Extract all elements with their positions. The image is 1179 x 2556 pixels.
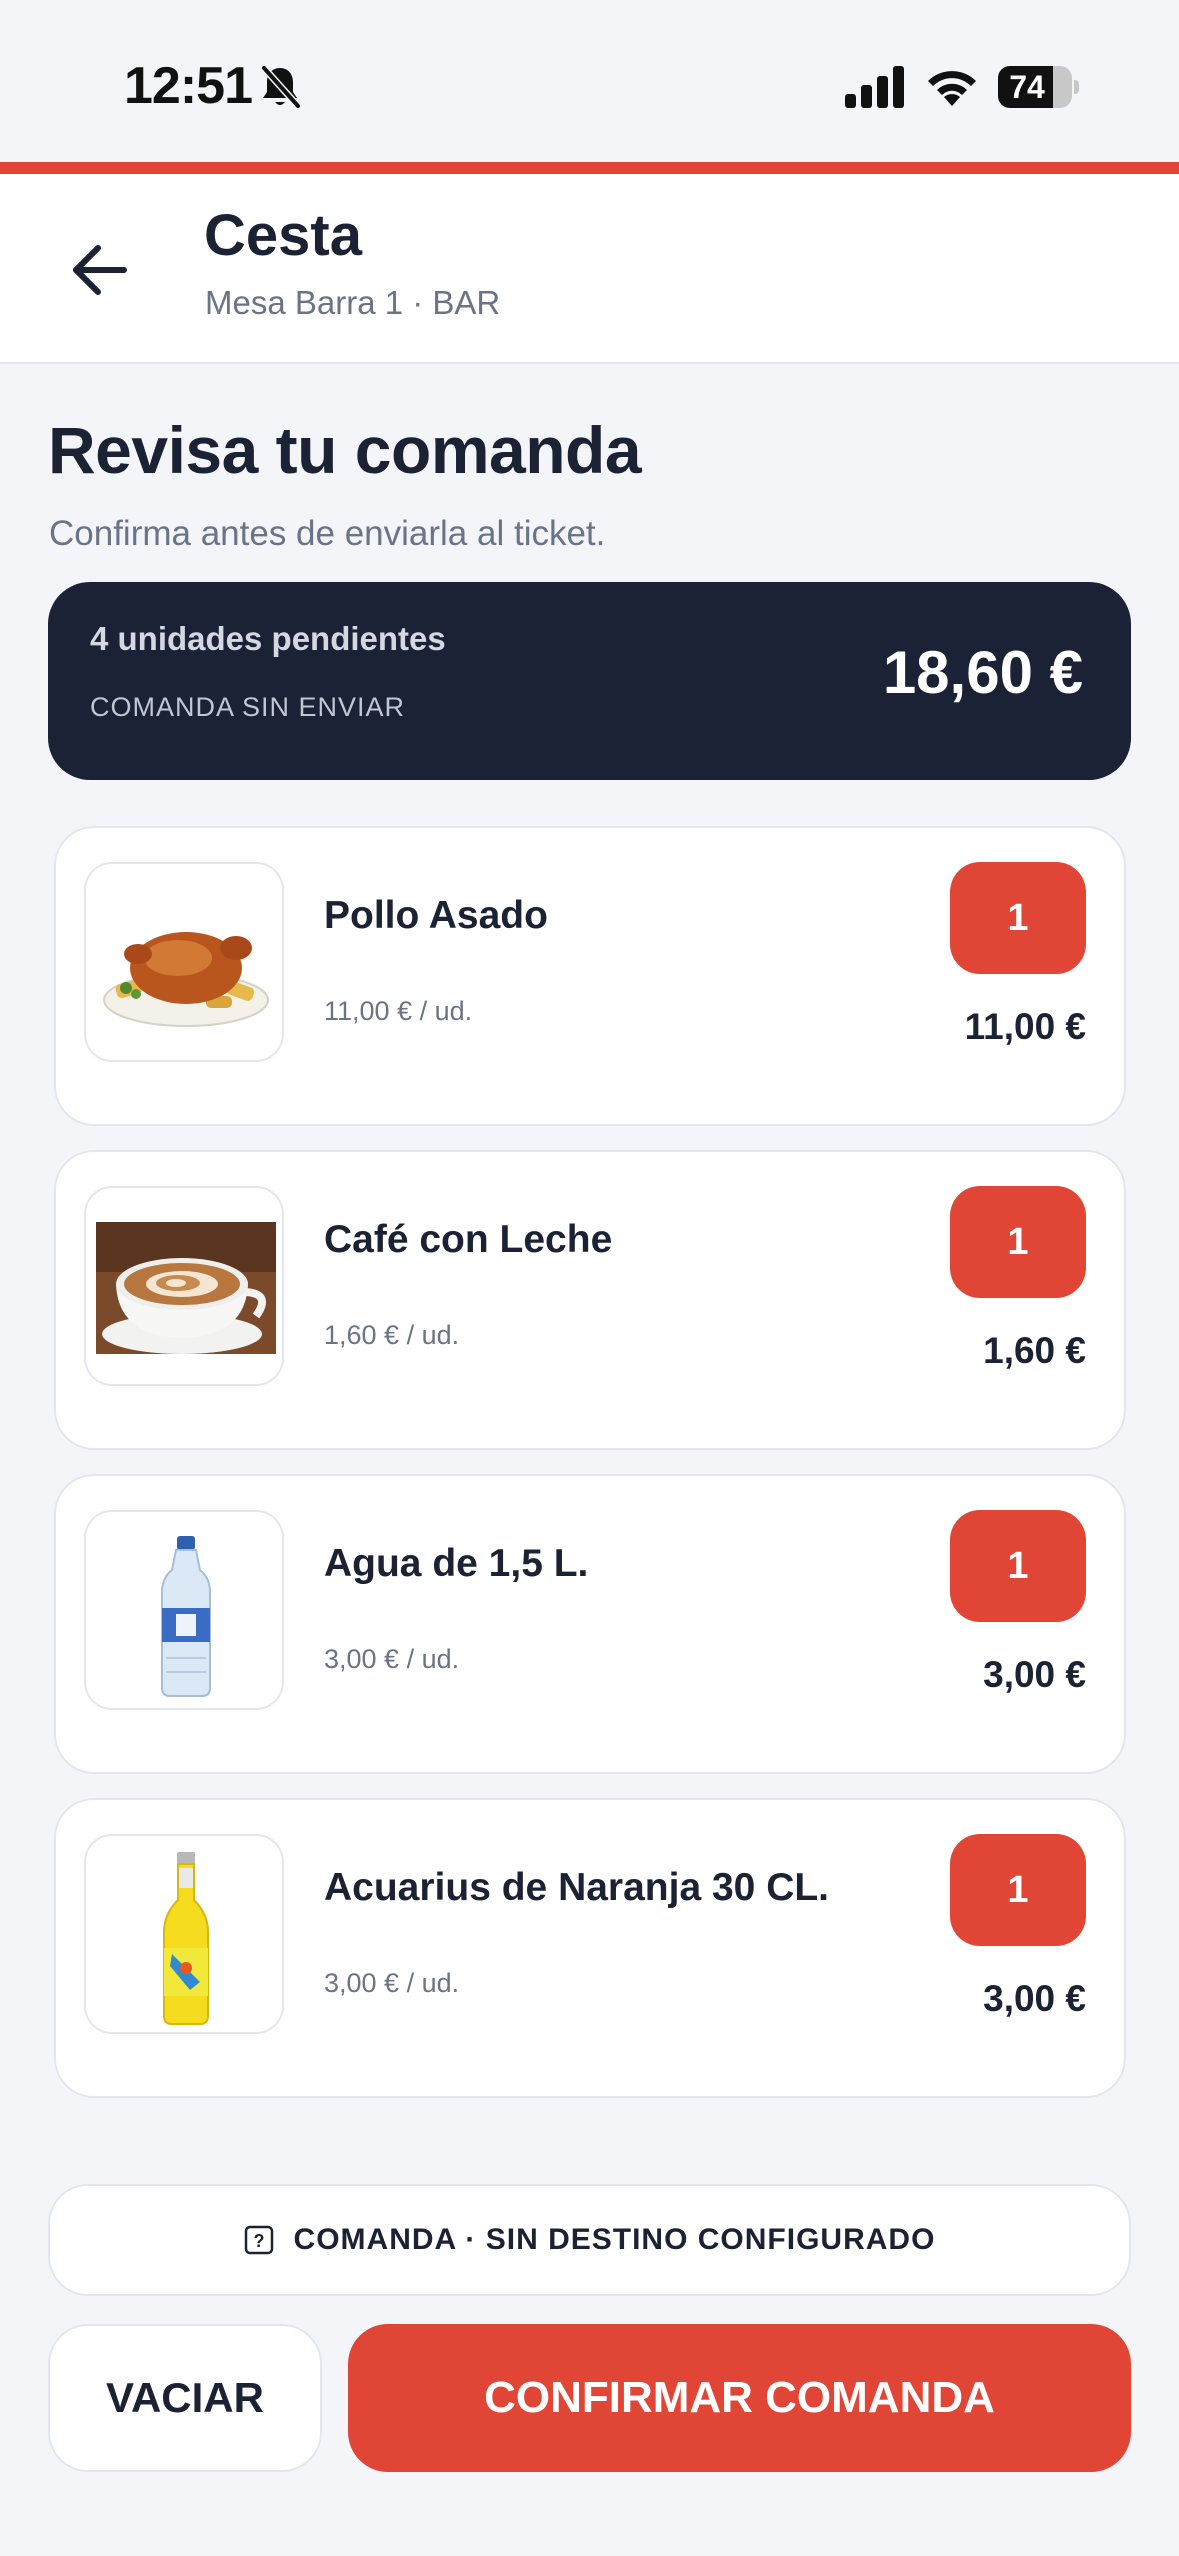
arrow-left-icon — [73, 245, 127, 295]
water-bottle-photo — [84, 1510, 284, 1710]
item-line-total: 3,00 € — [983, 1978, 1086, 2019]
cart-item: Café con Leche 1,60 € / ud. 1 1,60 € — [54, 1150, 1126, 1450]
back-button[interactable] — [52, 222, 148, 318]
bell-muted-icon — [261, 65, 301, 109]
battery-icon: 74 — [998, 66, 1079, 108]
order-status: COMANDA SIN ENVIAR — [90, 692, 406, 722]
wifi-icon — [928, 71, 976, 106]
order-total: 18,60 € — [882, 639, 1083, 706]
page-subtitle: Confirma antes de enviarla al ticket. — [49, 514, 606, 553]
page-title: Revisa tu comanda — [48, 413, 642, 487]
svg-text:?: ? — [253, 2231, 264, 2251]
item-name: Agua de 1,5 L. — [324, 1542, 589, 1585]
item-line-total: 3,00 € — [983, 1654, 1086, 1695]
quantity-button[interactable]: 1 — [950, 862, 1086, 974]
accent-strip — [0, 162, 1179, 174]
confirm-order-button[interactable]: CONFIRMAR COMANDA — [348, 2324, 1131, 2472]
item-unit-price: 11,00 € / ud. — [324, 996, 473, 1026]
cart-item: Pollo Asado 11,00 € / ud. 1 11,00 € — [54, 826, 1126, 1126]
item-unit-price: 1,60 € / ud. — [324, 1320, 460, 1350]
cart-item: Acuarius de Naranja 30 CL. 3,00 € / ud. … — [54, 1798, 1126, 2098]
header-title: Cesta — [204, 203, 362, 268]
item-name: Acuarius de Naranja 30 CL. — [324, 1866, 830, 1909]
quantity-button[interactable]: 1 — [950, 1510, 1086, 1622]
status-time: 12:51 — [124, 57, 253, 115]
clear-button[interactable]: VACIAR — [48, 2324, 322, 2472]
item-unit-price: 3,00 € / ud. — [324, 1968, 460, 1998]
battery-level: 74 — [1009, 69, 1045, 105]
destination-text: COMANDA · SIN DESTINO CONFIGURADO — [293, 2223, 936, 2256]
cart-item: Agua de 1,5 L. 3,00 € / ud. 1 3,00 € — [54, 1474, 1126, 1774]
item-unit-price: 3,00 € / ud. — [324, 1644, 460, 1674]
quantity-button[interactable]: 1 — [950, 1186, 1086, 1298]
orange-drink-bottle-photo — [84, 1834, 284, 2034]
quantity-button[interactable]: 1 — [950, 1834, 1086, 1946]
app-header: Cesta Mesa Barra 1 · BAR — [0, 174, 1179, 364]
pending-units: 4 unidades pendientes — [90, 620, 446, 657]
roast-chicken-photo — [84, 862, 284, 1062]
question-square-icon: ? — [244, 2225, 273, 2255]
item-name: Café con Leche — [324, 1218, 613, 1261]
cellular-signal-icon — [845, 66, 904, 108]
status-bar: 12:51 74 — [0, 0, 1179, 160]
latte-cup-photo — [84, 1186, 284, 1386]
order-summary-card: 4 unidades pendientes COMANDA SIN ENVIAR… — [48, 582, 1131, 780]
destination-bar[interactable]: ? COMANDA · SIN DESTINO CONFIGURADO — [48, 2184, 1131, 2296]
item-name: Pollo Asado — [324, 894, 548, 937]
item-line-total: 1,60 € — [983, 1330, 1086, 1371]
item-line-total: 11,00 € — [964, 1006, 1086, 1047]
header-subtitle: Mesa Barra 1 · BAR — [205, 284, 501, 321]
